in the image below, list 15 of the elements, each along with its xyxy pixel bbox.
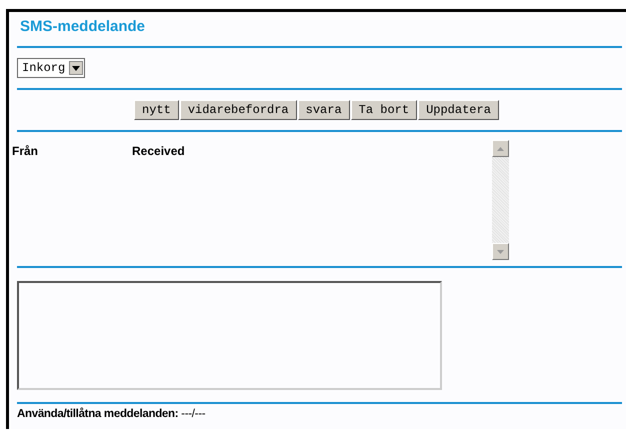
message-text-area[interactable] xyxy=(17,280,442,390)
scrollbar[interactable] xyxy=(492,140,509,260)
toolbar-button[interactable]: vidarebefordra xyxy=(180,100,297,120)
message-count-text: Använda/tillåtna meddelanden: ---/--- xyxy=(17,408,206,420)
toolbar-button[interactable]: Uppdatera xyxy=(418,100,499,120)
toolbar-button[interactable]: svara xyxy=(298,100,350,120)
scroll-down-icon xyxy=(497,250,504,254)
column-header: Från xyxy=(12,144,38,158)
scroll-up-icon xyxy=(497,146,504,150)
page-title: SMS-meddelande xyxy=(19,17,146,37)
folder-select[interactable]: Inkorg xyxy=(17,58,86,78)
toolbar-button[interactable]: Ta bort xyxy=(350,100,418,120)
toolbar-button[interactable]: nytt xyxy=(134,100,179,120)
dropdown-arrow-icon xyxy=(72,66,80,70)
column-header: Received xyxy=(132,144,185,158)
